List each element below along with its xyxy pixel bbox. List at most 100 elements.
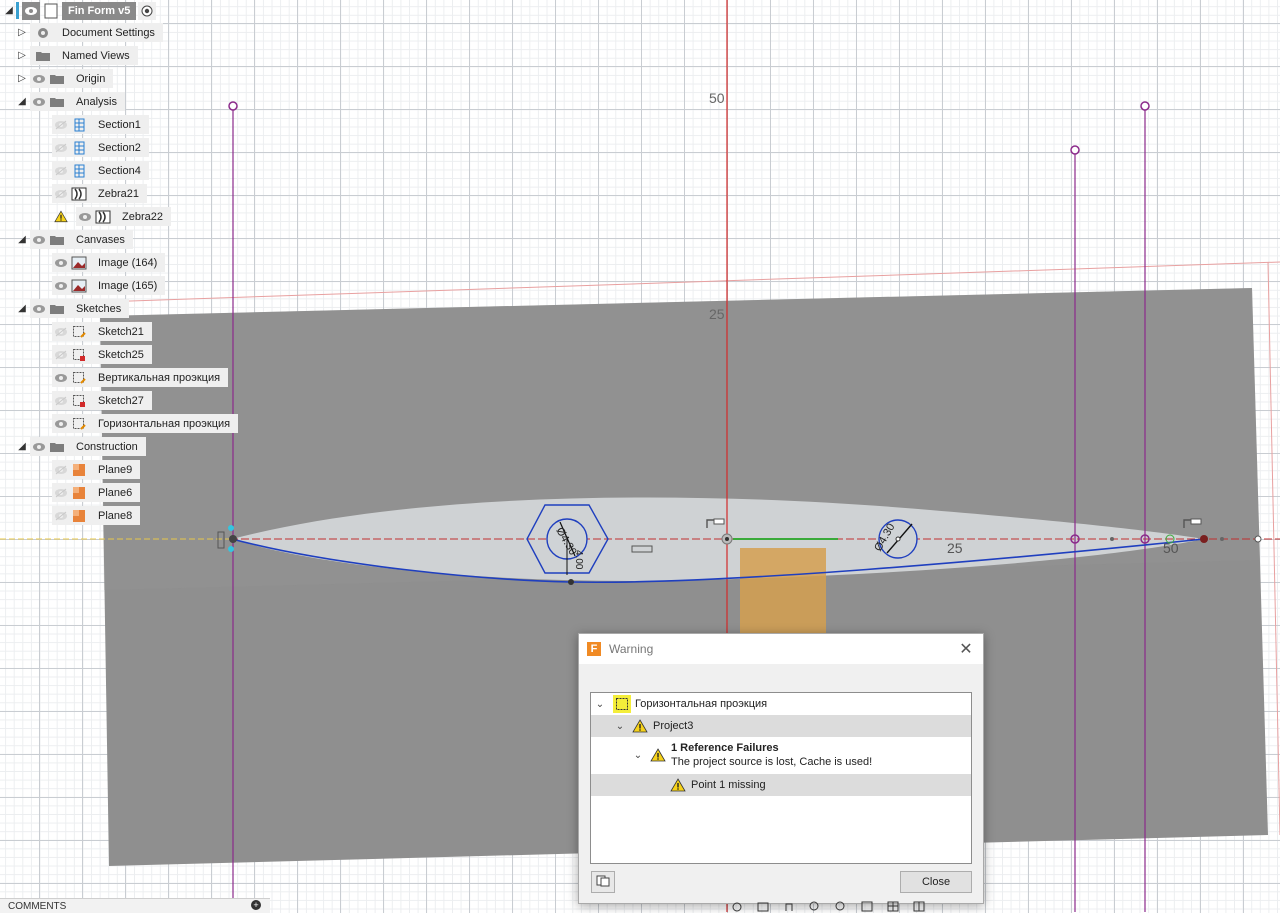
sketch-point[interactable] [1254, 535, 1262, 543]
browser-row[interactable]: Section1 [52, 114, 149, 135]
viewports-icon[interactable] [910, 900, 928, 912]
add-comment-icon[interactable]: + [251, 900, 261, 910]
collapse-triangle-icon[interactable]: ◢ [2, 5, 16, 16]
warning-row-sketch[interactable]: ⌄ Горизонтальная проэкция [591, 693, 971, 715]
browser-node[interactable]: Plane9 [52, 460, 141, 479]
browser-node[interactable]: Sketches [30, 299, 130, 318]
collapse-triangle-icon[interactable]: ◢ [14, 441, 30, 452]
fit-icon[interactable] [832, 900, 850, 912]
browser-node[interactable]: Вертикальная проэкция [52, 368, 229, 387]
eye-icon[interactable] [52, 507, 70, 525]
browser-row[interactable]: ◢ Canvases [16, 229, 133, 250]
collapse-triangle-icon[interactable]: ◢ [14, 234, 30, 245]
zoom-icon[interactable] [806, 900, 824, 912]
eye-icon[interactable] [52, 277, 70, 295]
dialog-titlebar[interactable]: F Warning ✕ [579, 634, 983, 664]
browser-row[interactable]: Section2 [52, 137, 149, 158]
browser-row[interactable]: ◢ Construction [16, 436, 146, 457]
eye-icon[interactable] [30, 93, 48, 111]
browser-row[interactable]: Image (164) [52, 252, 166, 273]
eye-icon[interactable] [52, 116, 70, 134]
eye-icon[interactable] [52, 254, 70, 272]
browser-row[interactable]: Zebra22 [52, 206, 171, 227]
eye-icon[interactable] [30, 438, 48, 456]
close-icon[interactable]: ✕ [957, 640, 975, 658]
eye-icon[interactable] [30, 70, 48, 88]
browser-root-row[interactable]: ◢ Fin Form v5 [2, 0, 160, 21]
expand-triangle-icon[interactable]: ▷ [14, 27, 30, 38]
warning-row-item[interactable]: Point 1 missing [591, 774, 971, 796]
browser-node[interactable]: Section1 [52, 115, 149, 134]
warning-tree[interactable]: ⌄ Горизонтальная проэкция ⌄ Project3 ⌄ 1… [590, 692, 972, 864]
constraint-point[interactable] [1070, 145, 1080, 155]
eye-icon[interactable] [30, 300, 48, 318]
browser-row[interactable]: Горизонтальная проэкция [52, 413, 239, 434]
browser-row[interactable]: Section4 [52, 160, 149, 181]
browser-node[interactable]: Sketch27 [52, 391, 152, 410]
collapse-triangle-icon[interactable]: ◢ [14, 96, 30, 107]
document-name[interactable]: Fin Form v5 [62, 1, 137, 20]
orbit-icon[interactable] [728, 900, 746, 912]
browser-row[interactable]: ▷ Document Settings [16, 22, 163, 43]
comments-panel[interactable]: COMMENTS + [0, 898, 270, 913]
sketch-point[interactable] [228, 546, 234, 552]
expand-triangle-icon[interactable]: ▷ [14, 50, 30, 61]
eye-icon[interactable] [22, 1, 40, 20]
browser-node[interactable]: Section2 [52, 138, 149, 157]
constraint-point[interactable] [228, 101, 238, 111]
chevron-down-icon[interactable]: ⌄ [593, 699, 607, 710]
browser-row[interactable]: ◢ Analysis [16, 91, 125, 112]
browser-node[interactable]: Analysis [30, 92, 125, 111]
browser-row[interactable]: Sketch21 [52, 321, 152, 342]
browser-row[interactable]: Sketch25 [52, 344, 152, 365]
eye-icon[interactable] [52, 369, 70, 387]
eye-icon[interactable] [52, 346, 70, 364]
browser-node[interactable]: Sketch21 [52, 322, 152, 341]
browser-row[interactable]: Plane9 [52, 459, 141, 480]
dim-label[interactable]: 4.00 [573, 550, 584, 570]
sketch-point[interactable] [229, 535, 237, 543]
warning-row-project[interactable]: ⌄ Project3 [591, 715, 971, 737]
collapse-triangle-icon[interactable]: ◢ [14, 303, 30, 314]
constraint-point[interactable] [1140, 101, 1150, 111]
chevron-down-icon[interactable]: ⌄ [613, 721, 627, 732]
browser-node[interactable]: Sketch25 [52, 345, 152, 364]
sketch-point[interactable] [568, 579, 574, 585]
browser-node[interactable]: Zebra21 [52, 184, 147, 203]
eye-icon[interactable] [52, 415, 70, 433]
sketch-point[interactable] [228, 525, 234, 531]
sketch-endpoint[interactable] [1200, 535, 1208, 543]
eye-icon[interactable] [52, 392, 70, 410]
browser-row[interactable]: ▷ Origin [14, 68, 114, 89]
eye-icon[interactable] [52, 461, 70, 479]
eye-icon[interactable] [52, 185, 70, 203]
expand-triangle-icon[interactable]: ▷ [14, 73, 30, 84]
browser-node[interactable]: Image (165) [52, 276, 166, 295]
display-settings-icon[interactable] [858, 900, 876, 912]
eye-icon[interactable] [30, 231, 48, 249]
eye-icon[interactable] [76, 208, 94, 226]
browser-row[interactable]: ▷ Named Views [16, 45, 138, 66]
browser-node[interactable]: Origin [30, 69, 114, 88]
eye-icon[interactable] [52, 323, 70, 341]
close-button[interactable]: Close [900, 871, 972, 893]
browser-row[interactable]: ◢ Sketches [14, 298, 130, 319]
copy-button[interactable] [591, 871, 615, 893]
look-at-icon[interactable] [754, 900, 772, 912]
browser-node[interactable]: Горизонтальная проэкция [52, 414, 239, 433]
browser-row[interactable]: Zebra21 [52, 183, 147, 204]
grid-settings-icon[interactable] [884, 900, 902, 912]
browser-node[interactable]: Image (164) [52, 253, 166, 272]
browser-row[interactable]: Вертикальная проэкция [52, 367, 229, 388]
activate-radio-icon[interactable] [138, 1, 157, 20]
browser-node[interactable]: Named Views [30, 46, 138, 65]
browser-node[interactable]: Canvases [30, 230, 133, 249]
browser-node[interactable]: Section4 [52, 161, 149, 180]
eye-icon[interactable] [52, 139, 70, 157]
warning-row-failure[interactable]: ⌄ 1 Reference Failures The project sourc… [591, 737, 971, 773]
pan-icon[interactable] [780, 900, 798, 912]
browser-node[interactable]: Zebra22 [76, 207, 171, 226]
eye-icon[interactable] [52, 162, 70, 180]
browser-row[interactable]: Plane6 [52, 482, 141, 503]
browser-row[interactable]: Image (165) [52, 275, 166, 296]
